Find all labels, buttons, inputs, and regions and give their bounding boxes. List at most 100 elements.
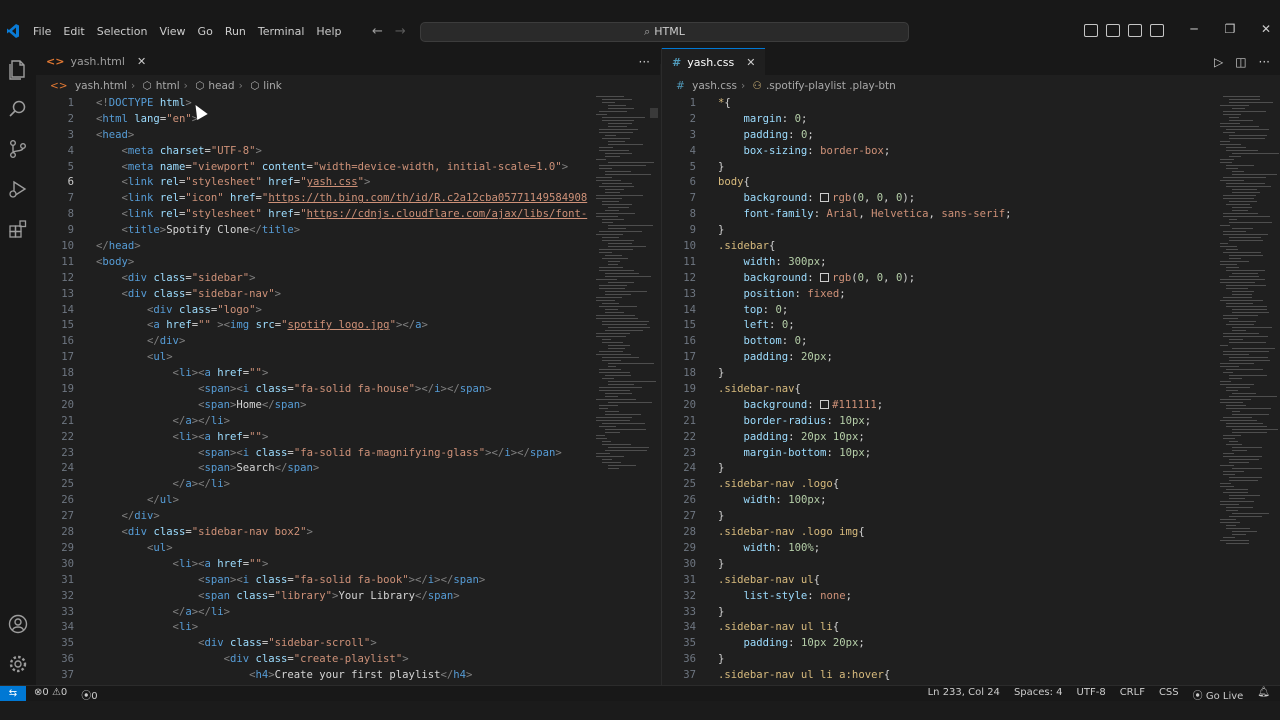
code-line[interactable]: 8 font-family: Arial, Helvetica, sans-se… <box>662 207 1280 223</box>
code-line[interactable]: 2 margin: 0; <box>662 112 1280 128</box>
more-actions-icon[interactable]: ··· <box>639 55 650 69</box>
breadcrumb-item[interactable]: .spotify-playlist .play-btn <box>766 80 896 92</box>
code-line[interactable]: 22 padding: 20px 10px; <box>662 430 1280 446</box>
color-swatch[interactable] <box>820 399 830 409</box>
code-line[interactable]: 17 padding: 20px; <box>662 350 1280 366</box>
code-line[interactable]: 13 position: fixed; <box>662 287 1280 303</box>
code-line[interactable]: 31 <span><i class="fa-solid fa-book"></i… <box>36 573 660 589</box>
code-line[interactable]: 26 width: 100px; <box>662 493 1280 509</box>
code-line[interactable]: 28 <div class="sidebar-nav box2"> <box>36 525 660 541</box>
tab-yash-css[interactable]: # yash.css ✕ <box>662 48 766 76</box>
code-line[interactable]: 28 .sidebar-nav .logo img{ <box>662 525 1280 541</box>
minimap-left[interactable] <box>596 96 656 685</box>
code-line[interactable]: 27} <box>662 509 1280 525</box>
code-line[interactable]: 21 border-radius: 10px; <box>662 414 1280 430</box>
notifications-bell-icon[interactable]: 🔔︎ <box>1257 687 1270 702</box>
code-line[interactable]: 35 <div class="sidebar-scroll"> <box>36 636 660 652</box>
menu-edit[interactable]: Edit <box>57 25 90 39</box>
source-control-icon[interactable] <box>7 138 29 160</box>
more-actions-icon[interactable]: ··· <box>1259 55 1270 69</box>
code-line[interactable]: 2 <html lang="en"> <box>36 112 660 128</box>
breadcrumb-item[interactable]: head <box>208 80 234 92</box>
forward-arrow-icon[interactable]: → <box>395 24 406 39</box>
code-line[interactable]: 23 margin-bottom: 10px; <box>662 446 1280 462</box>
code-line[interactable]: 15 left: 0; <box>662 318 1280 334</box>
restore-icon[interactable]: ❐ <box>1212 22 1248 36</box>
code-line[interactable]: 22 <li><a href=""> <box>36 430 660 446</box>
cursor-position[interactable]: Ln 233, Col 24 <box>928 687 1000 702</box>
breadcrumb-item[interactable]: yash.html <box>75 80 127 92</box>
code-editor-html[interactable]: 1 <!DOCTYPE html> 2 <html lang="en"> 3 <head>… <box>36 96 660 685</box>
run-debug-icon[interactable] <box>7 178 29 200</box>
back-arrow-icon[interactable]: ← <box>372 24 383 39</box>
minimap-right[interactable] <box>1220 96 1279 685</box>
code-line[interactable]: 10 .sidebar{ <box>662 239 1280 255</box>
code-line[interactable]: 33} <box>662 605 1280 621</box>
go-live-button[interactable]: ⦿ Go Live <box>1193 687 1244 702</box>
end-of-line[interactable]: CRLF <box>1120 687 1145 702</box>
minimize-icon[interactable]: ─ <box>1176 22 1212 36</box>
code-line[interactable]: 14 top: 0; <box>662 303 1280 319</box>
run-play-icon[interactable]: ▷ <box>1214 55 1223 69</box>
code-line[interactable]: 29 width: 100%; <box>662 541 1280 557</box>
code-line[interactable]: 29 <ul> <box>36 541 660 557</box>
toggle-panel-icon[interactable] <box>1106 24 1120 37</box>
code-line[interactable]: 14 <div class="logo"> <box>36 303 660 319</box>
tab-yash-html[interactable]: <> yash.html ✕ <box>36 48 156 75</box>
vertical-scrollbar-left[interactable] <box>650 108 658 118</box>
code-editor-css[interactable]: 1 *{2 margin: 0; 3 padding: 0; 4 box-sizing… <box>662 96 1280 685</box>
problems-indicator[interactable]: ⊗0 ⚠0 <box>34 687 67 702</box>
code-line[interactable]: 11 <body> <box>36 255 660 271</box>
close-window-icon[interactable]: ✕ <box>1248 22 1280 36</box>
menu-run[interactable]: Run <box>219 25 252 39</box>
code-line[interactable]: 19 .sidebar-nav{ <box>662 382 1280 398</box>
account-icon[interactable] <box>7 613 29 635</box>
code-line[interactable]: 24 <span>Search</span> <box>36 461 660 477</box>
code-line[interactable]: 13 <div class="sidebar-nav"> <box>36 287 660 303</box>
code-line[interactable]: 9} <box>662 223 1280 239</box>
close-tab-icon[interactable]: ✕ <box>137 48 146 75</box>
code-line[interactable]: 17 <ul> <box>36 350 660 366</box>
code-line[interactable]: 34 .sidebar-nav ul li{ <box>662 620 1280 636</box>
indentation[interactable]: Spaces: 4 <box>1014 687 1063 702</box>
menu-view[interactable]: View <box>153 25 191 39</box>
split-editor-icon[interactable]: ◫ <box>1235 55 1246 69</box>
close-tab-icon[interactable]: ✕ <box>746 49 755 76</box>
encoding[interactable]: UTF-8 <box>1077 687 1106 702</box>
code-line[interactable]: 18} <box>662 366 1280 382</box>
code-line[interactable]: 33 </a></li> <box>36 605 660 621</box>
menu-selection[interactable]: Selection <box>91 25 154 39</box>
search-sidebar-icon[interactable] <box>7 98 29 120</box>
ports-indicator[interactable]: ⦿0 <box>81 687 97 702</box>
explorer-icon[interactable] <box>7 58 29 80</box>
code-line[interactable]: 8 <link rel="stylesheet" href="https://c… <box>36 207 660 223</box>
extensions-icon[interactable] <box>7 218 29 240</box>
command-center-search[interactable]: ⌕ HTML <box>420 22 909 42</box>
code-line[interactable]: 34 <li> <box>36 620 660 636</box>
code-line[interactable]: 35 padding: 10px 20px; <box>662 636 1280 652</box>
menu-terminal[interactable]: Terminal <box>252 25 311 39</box>
code-line[interactable]: 6 body{ <box>662 175 1280 191</box>
code-line[interactable]: 18 <li><a href=""> <box>36 366 660 382</box>
menu-go[interactable]: Go <box>192 25 219 39</box>
code-line[interactable]: 26 </ul> <box>36 493 660 509</box>
code-line[interactable]: 10 </head> <box>36 239 660 255</box>
code-line[interactable]: 5} <box>662 160 1280 176</box>
code-line[interactable]: 4 <meta charset="UTF-8"> <box>36 144 660 160</box>
code-line[interactable]: 3 <head> <box>36 128 660 144</box>
code-line[interactable]: 31 .sidebar-nav ul{ <box>662 573 1280 589</box>
code-line[interactable]: 24} <box>662 461 1280 477</box>
code-line[interactable]: 12 <div class="sidebar"> <box>36 271 660 287</box>
code-line[interactable]: 3 padding: 0; <box>662 128 1280 144</box>
code-line[interactable]: 20 background: #111111; <box>662 398 1280 414</box>
toggle-primary-sidebar-icon[interactable] <box>1084 24 1098 37</box>
code-line[interactable]: 1 *{ <box>662 96 1280 112</box>
menu-help[interactable]: Help <box>310 25 347 39</box>
code-line[interactable]: 32 <span class="library">Your Library</s… <box>36 589 660 605</box>
code-line[interactable]: 36} <box>662 652 1280 668</box>
code-line[interactable]: 7 <link rel="icon" href="https://th.bing… <box>36 191 660 207</box>
code-line[interactable]: 12 background: rgb(0, 0, 0); <box>662 271 1280 287</box>
breadcrumb-item[interactable]: link <box>263 80 282 92</box>
breadcrumb-item[interactable]: yash.css <box>692 80 737 92</box>
customize-layout-icon[interactable] <box>1150 24 1164 37</box>
